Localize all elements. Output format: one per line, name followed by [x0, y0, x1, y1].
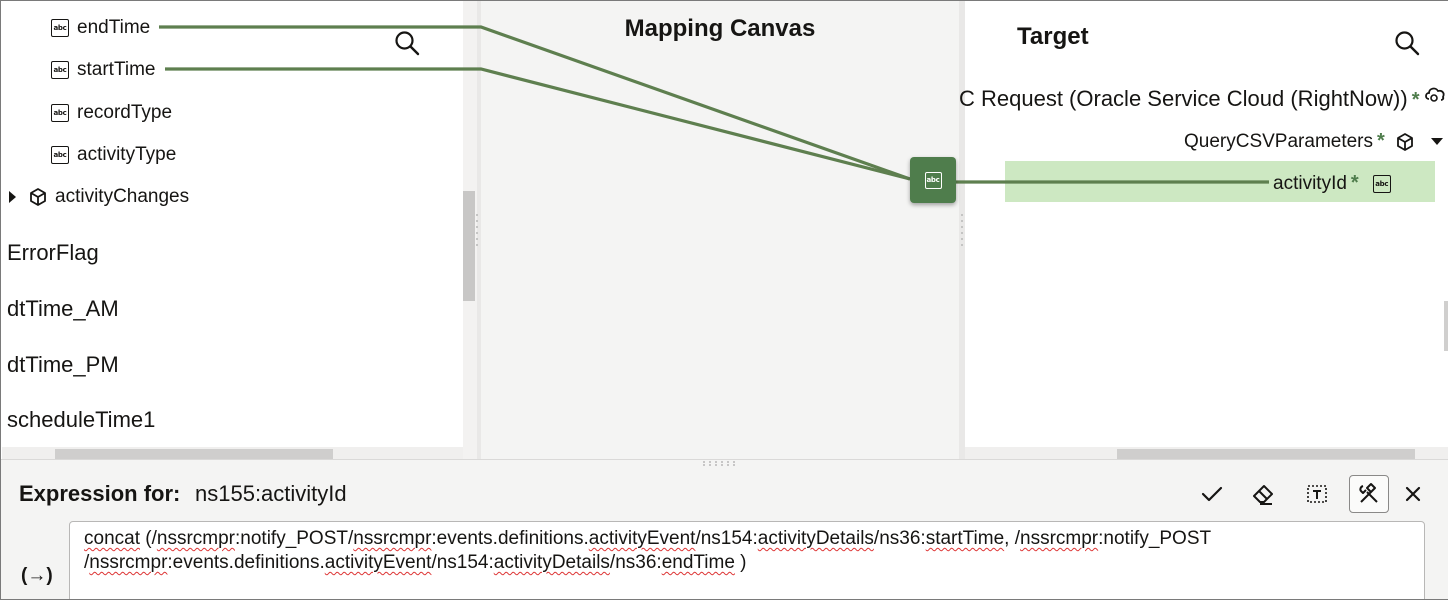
- mapper-window: abc endTime abc startTime abc recordType…: [0, 0, 1448, 600]
- source-field-endtime[interactable]: abc endTime: [51, 17, 150, 39]
- validate-button[interactable]: [1192, 475, 1232, 513]
- source-group-activitychanges[interactable]: activityChanges: [9, 186, 189, 208]
- source-field-label: recordType: [77, 102, 173, 123]
- cloud-icon: [1425, 87, 1445, 102]
- expression-target-name: ns155:activityId: [195, 481, 347, 506]
- expression-token-flagged: activityEvent: [588, 528, 696, 549]
- source-variable-dttime-am[interactable]: dtTime_AM: [7, 296, 119, 322]
- source-field-label: activityType: [77, 144, 177, 165]
- expression-token: ): [734, 552, 747, 573]
- expression-label: Expression for:: [19, 481, 181, 506]
- source-field-label: endTime: [77, 17, 151, 38]
- expression-token-flagged: activityEvent: [324, 552, 432, 573]
- source-vertical-scroll-thumb[interactable]: [463, 191, 475, 301]
- expression-token: :notify_POST/: [235, 528, 354, 549]
- resize-grip-icon[interactable]: [701, 460, 739, 466]
- target-root-node[interactable]: C Request (Oracle Service Cloud (RightNo…: [959, 86, 1420, 112]
- search-icon: [1395, 31, 1420, 56]
- string-function-icon: abc: [924, 171, 942, 189]
- expression-token-flagged: activityDetails: [493, 552, 610, 573]
- cube-icon: [1396, 132, 1413, 151]
- source-variable-dttime-pm[interactable]: dtTime_PM: [7, 352, 119, 378]
- source-search-button[interactable]: [393, 29, 421, 62]
- source-field-recordtype[interactable]: abc recordType: [51, 102, 172, 124]
- cube-icon: [30, 188, 46, 206]
- developer-tools-button[interactable]: [1349, 475, 1389, 513]
- string-type-icon: abc: [51, 146, 69, 164]
- target-root-label: C Request (Oracle Service Cloud (RightNo…: [959, 86, 1408, 111]
- string-type-icon: abc: [51, 61, 69, 79]
- target-search-button[interactable]: [1393, 29, 1421, 62]
- concat-function-node[interactable]: abc: [910, 157, 956, 203]
- expression-input[interactable]: concat (/nssrcmpr:notify_POST/nssrcmpr:e…: [69, 521, 1425, 599]
- expression-token: :events.definitions.: [167, 552, 325, 573]
- source-field-label: startTime: [77, 59, 156, 80]
- expression-token-flagged: concat: [84, 528, 140, 549]
- search-icon: [395, 31, 420, 56]
- caret-down-icon[interactable]: [1430, 138, 1443, 145]
- expression-token: /ns154:: [695, 528, 758, 549]
- string-type-icon: abc: [51, 104, 69, 122]
- expression-token: (/: [139, 528, 157, 549]
- source-horizontal-scroll-thumb[interactable]: [55, 449, 333, 459]
- caret-right-icon[interactable]: [9, 191, 16, 203]
- expression-token: :notify_POST: [1098, 528, 1212, 549]
- mapping-canvas[interactable]: [481, 1, 959, 459]
- expression-token: :events.definitions.: [431, 528, 589, 549]
- source-field-starttime[interactable]: abc startTime: [51, 59, 155, 81]
- source-group-label: activityChanges: [55, 186, 190, 207]
- expression-token: /ns36:: [873, 528, 926, 549]
- expression-token-flagged: activityDetails: [757, 528, 874, 549]
- text-mode-button[interactable]: [1297, 475, 1337, 513]
- close-expression-button[interactable]: [1393, 475, 1433, 513]
- expression-token: , /: [1004, 528, 1020, 549]
- eraser-icon: [1253, 485, 1273, 505]
- required-marker: *: [1350, 172, 1359, 194]
- source-variable-errorflag[interactable]: ErrorFlag: [7, 240, 99, 266]
- expression-token-flagged: endTime: [661, 552, 735, 573]
- expression-token: /ns36:: [609, 552, 662, 573]
- target-field-activityid[interactable]: activityId * abc: [1273, 172, 1391, 195]
- source-variable-scheduletime1[interactable]: scheduleTime1: [7, 407, 155, 433]
- required-marker: *: [1377, 130, 1385, 152]
- expression-token-flagged: nssrcmpr: [89, 552, 168, 573]
- target-node-querycsvparameters[interactable]: QueryCSVParameters *: [1184, 130, 1443, 153]
- canvas-title: Mapping Canvas: [624, 15, 816, 42]
- source-field-activitytype[interactable]: abc activityType: [51, 144, 176, 166]
- text-frame-icon: [1307, 485, 1327, 503]
- expression-token-flagged: nssrcmpr: [156, 528, 235, 549]
- required-marker: *: [1411, 89, 1420, 111]
- target-param-label: QueryCSVParameters: [1184, 130, 1374, 152]
- target-panel: [965, 1, 1448, 459]
- check-icon: [1201, 486, 1223, 502]
- expression-token-flagged: nssrcmpr: [353, 528, 432, 549]
- target-horizontal-scroll-thumb[interactable]: [1117, 449, 1415, 459]
- expression-token-flagged: startTime: [925, 528, 1005, 549]
- string-type-icon: abc: [1372, 174, 1391, 193]
- tools-icon: [1359, 483, 1378, 503]
- close-icon: [1405, 486, 1421, 502]
- expression-token-flagged: nssrcmpr: [1020, 528, 1099, 549]
- target-vertical-scroll-thumb[interactable]: [1444, 301, 1448, 351]
- clear-expression-button[interactable]: [1243, 475, 1283, 513]
- function-toggle-icon[interactable]: (→): [21, 565, 53, 587]
- target-field-label: activityId: [1273, 172, 1347, 194]
- expression-token: /ns154:: [431, 552, 494, 573]
- target-title: Target: [1017, 23, 1089, 50]
- string-type-icon: abc: [51, 19, 69, 37]
